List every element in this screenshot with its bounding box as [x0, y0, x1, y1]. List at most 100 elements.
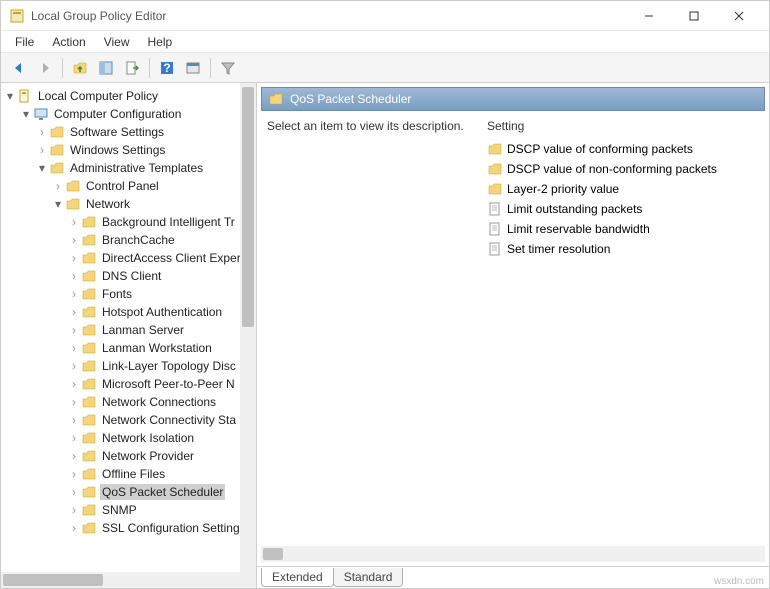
back-button[interactable]: [7, 56, 31, 80]
toolbar-separator: [62, 58, 63, 78]
tree-network-item-16[interactable]: ›SNMP: [3, 501, 256, 519]
setting-item-0[interactable]: DSCP value of conforming packets: [487, 139, 759, 159]
tree-network-item-1[interactable]: ›BranchCache: [3, 231, 256, 249]
up-button[interactable]: [68, 56, 92, 80]
tree-item-label: Local Computer Policy: [36, 88, 160, 104]
setting-item-label: DSCP value of conforming packets: [507, 142, 693, 156]
tree-control-panel[interactable]: ›Control Panel: [3, 177, 256, 195]
tree-network-item-3[interactable]: ›DNS Client: [3, 267, 256, 285]
tree-item-label: Network Connectivity Sta: [100, 412, 238, 428]
page-icon: [487, 241, 503, 257]
tree-item-label: Hotspot Authentication: [100, 304, 224, 320]
app-icon: [9, 8, 25, 24]
minimize-button[interactable]: [626, 2, 671, 30]
setting-item-3[interactable]: Limit outstanding packets: [487, 199, 759, 219]
tree-network-item-5[interactable]: ›Hotspot Authentication: [3, 303, 256, 321]
tree-item-label: BranchCache: [100, 232, 177, 248]
settings-column: Setting DSCP value of conforming packets…: [487, 119, 759, 538]
tree-network-item-9[interactable]: ›Microsoft Peer-to-Peer N: [3, 375, 256, 393]
svg-text:?: ?: [163, 61, 170, 75]
detail-pane: QoS Packet Scheduler Select an item to v…: [257, 83, 769, 588]
tab-standard[interactable]: Standard: [333, 568, 404, 587]
menu-action[interactable]: Action: [44, 33, 93, 51]
tree-item-label: Offline Files: [100, 466, 167, 482]
setting-item-label: Layer-2 priority value: [507, 182, 619, 196]
detail-header: QoS Packet Scheduler: [261, 87, 765, 111]
detail-header-title: QoS Packet Scheduler: [290, 92, 411, 106]
folder-icon: [487, 181, 503, 197]
menu-bar: File Action View Help: [1, 31, 769, 53]
tree-network-item-12[interactable]: ›Network Isolation: [3, 429, 256, 447]
tree-software-settings[interactable]: ›Software Settings: [3, 123, 256, 141]
folder-icon: [487, 141, 503, 157]
tree-network-item-2[interactable]: ›DirectAccess Client Experi: [3, 249, 256, 267]
tree-computer-configuration[interactable]: ▾Computer Configuration: [3, 105, 256, 123]
page-icon: [487, 201, 503, 217]
setting-item-4[interactable]: Limit reservable bandwidth: [487, 219, 759, 239]
setting-item-label: Limit outstanding packets: [507, 202, 642, 216]
tree-item-label: Network Provider: [100, 448, 196, 464]
menu-help[interactable]: Help: [140, 33, 181, 51]
forward-button[interactable]: [33, 56, 57, 80]
maximize-button[interactable]: [671, 2, 716, 30]
setting-item-label: DSCP value of non-conforming packets: [507, 162, 717, 176]
setting-item-label: Limit reservable bandwidth: [507, 222, 650, 236]
page-icon: [487, 221, 503, 237]
export-list-button[interactable]: [120, 56, 144, 80]
setting-item-1[interactable]: DSCP value of non-conforming packets: [487, 159, 759, 179]
tree-network-item-14[interactable]: ›Offline Files: [3, 465, 256, 483]
tree-windows-settings[interactable]: ›Windows Settings: [3, 141, 256, 159]
watermark: wsxdn.com: [714, 576, 764, 587]
setting-item-5[interactable]: Set timer resolution: [487, 239, 759, 259]
tree-item-label: SSL Configuration Setting: [100, 520, 242, 536]
tree-item-label: Computer Configuration: [52, 106, 183, 122]
show-hide-tree-button[interactable]: [94, 56, 118, 80]
tree-network-item-17[interactable]: ›SSL Configuration Setting: [3, 519, 256, 537]
main-split: ▾Local Computer Policy▾Computer Configur…: [1, 83, 769, 588]
folder-icon: [487, 161, 503, 177]
tree-item-label: Network: [84, 196, 132, 212]
close-button[interactable]: [716, 2, 761, 30]
tree-vertical-scrollbar[interactable]: [240, 83, 256, 572]
tree-network-item-15[interactable]: ›QoS Packet Scheduler: [3, 483, 256, 501]
tree-item-label: DirectAccess Client Experi: [100, 250, 245, 266]
tree-network-item-4[interactable]: ›Fonts: [3, 285, 256, 303]
tree-item-label: Software Settings: [68, 124, 166, 140]
tree-pane: ▾Local Computer Policy▾Computer Configur…: [1, 83, 257, 588]
tree-network[interactable]: ▾Network: [3, 195, 256, 213]
policy-tree[interactable]: ▾Local Computer Policy▾Computer Configur…: [1, 83, 256, 541]
tree-network-item-10[interactable]: ›Network Connections: [3, 393, 256, 411]
properties-button[interactable]: [181, 56, 205, 80]
tree-item-label: Network Connections: [100, 394, 218, 410]
detail-horizontal-scrollbar[interactable]: [261, 546, 765, 562]
toolbar-separator: [210, 58, 211, 78]
tree-network-item-6[interactable]: ›Lanman Server: [3, 321, 256, 339]
tree-item-label: Windows Settings: [68, 142, 167, 158]
tree-network-item-0[interactable]: ›Background Intelligent Tr: [3, 213, 256, 231]
tree-administrative-templates[interactable]: ▾Administrative Templates: [3, 159, 256, 177]
tree-network-item-11[interactable]: ›Network Connectivity Sta: [3, 411, 256, 429]
tree-item-label: Control Panel: [84, 178, 161, 194]
tree-network-item-7[interactable]: ›Lanman Workstation: [3, 339, 256, 357]
tree-root[interactable]: ▾Local Computer Policy: [3, 87, 256, 105]
tree-item-label: Lanman Server: [100, 322, 186, 338]
tree-item-label: Administrative Templates: [68, 160, 205, 176]
menu-view[interactable]: View: [96, 33, 138, 51]
settings-header: Setting: [487, 119, 759, 133]
description-column: Select an item to view its description.: [267, 119, 467, 538]
tree-item-label: Fonts: [100, 286, 134, 302]
help-button[interactable]: ?: [155, 56, 179, 80]
menu-file[interactable]: File: [7, 33, 42, 51]
window-title: Local Group Policy Editor: [31, 9, 626, 23]
setting-item-2[interactable]: Layer-2 priority value: [487, 179, 759, 199]
tree-network-item-8[interactable]: ›Link-Layer Topology Disc: [3, 357, 256, 375]
tree-network-item-13[interactable]: ›Network Provider: [3, 447, 256, 465]
folder-icon: [268, 91, 284, 107]
tab-extended[interactable]: Extended: [261, 568, 334, 587]
tree-horizontal-scrollbar[interactable]: [1, 572, 256, 588]
setting-item-label: Set timer resolution: [507, 242, 610, 256]
tree-item-label: DNS Client: [100, 268, 163, 284]
tree-item-label: Network Isolation: [100, 430, 196, 446]
filter-button[interactable]: [216, 56, 240, 80]
tree-item-label: SNMP: [100, 502, 139, 518]
